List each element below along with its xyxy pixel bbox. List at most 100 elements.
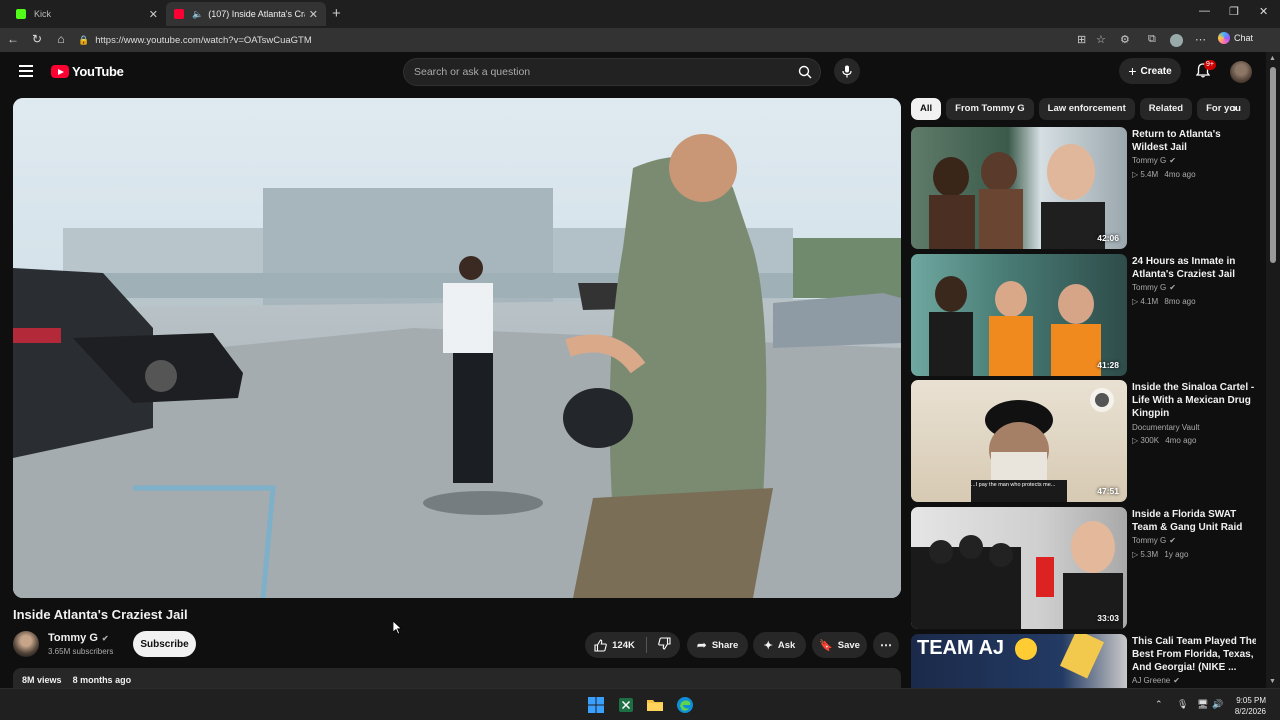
excel-icon[interactable] xyxy=(617,696,635,714)
recommendation-title[interactable]: Return to Atlanta's Wildest Jail xyxy=(1132,128,1258,154)
dislike-button[interactable] xyxy=(658,637,671,653)
video-thumbnail[interactable]: 33:03 xyxy=(911,507,1127,629)
recommendation-title[interactable]: Inside a Florida SWAT Team & Gang Unit R… xyxy=(1132,508,1258,534)
system-clock[interactable]: 9:05 PM 8/2/2026 xyxy=(1235,695,1266,717)
close-tab-icon[interactable]: ✕ xyxy=(309,8,318,21)
recommendation-item[interactable]: TEAM AJ This Cali Team Played The Best F… xyxy=(911,634,1256,688)
recommendation-meta: ▷ 300K 4mo ago xyxy=(1132,436,1196,445)
save-button[interactable]: 🔖 Save xyxy=(812,632,867,658)
scroll-down-icon[interactable]: ▼ xyxy=(1269,678,1276,685)
back-icon[interactable]: ← xyxy=(5,32,21,46)
chevron-right-icon[interactable]: › xyxy=(1233,101,1237,115)
recommendation-item[interactable]: 42:06 Return to Atlanta's Wildest Jail T… xyxy=(911,127,1256,249)
recommendation-channel[interactable]: Documentary Vault xyxy=(1132,423,1199,432)
tab-label: Kick xyxy=(34,9,52,19)
extensions-icon[interactable]: ⚙ xyxy=(1120,33,1130,46)
like-button[interactable]: 124K xyxy=(594,638,635,652)
recommendation-item[interactable]: 41:28 24 Hours as Inmate in Atlanta's Cr… xyxy=(911,254,1256,376)
video-thumbnail[interactable]: 42:06 xyxy=(911,127,1127,249)
minimize-button[interactable]: — xyxy=(1199,5,1210,17)
notifications-button[interactable]: 9+ xyxy=(1195,60,1216,83)
maximize-button[interactable]: ❐ xyxy=(1229,5,1239,18)
network-icon[interactable]: 🖥 xyxy=(1197,699,1208,710)
age: 4mo ago xyxy=(1164,170,1196,179)
ask-button[interactable]: ✦ Ask xyxy=(753,632,806,658)
video-thumbnail[interactable]: 41:28 xyxy=(911,254,1127,376)
chip-from-tommy-g[interactable]: From Tommy G xyxy=(946,98,1034,120)
channel-name-link[interactable]: Tommy G ✔ xyxy=(48,632,109,644)
share-button[interactable]: ➦ Share xyxy=(687,632,748,658)
collections-icon[interactable]: ⧉ xyxy=(1148,33,1156,46)
recommendation-title[interactable]: 24 Hours as Inmate in Atlanta's Craziest… xyxy=(1132,255,1258,281)
edge-icon[interactable] xyxy=(676,696,694,714)
new-tab-button[interactable]: + xyxy=(332,5,341,22)
tab-kick[interactable]: Kick ✕ xyxy=(8,2,166,26)
home-icon[interactable]: ⌂ xyxy=(53,32,69,46)
app-available-icon[interactable]: ⊞ xyxy=(1077,33,1086,46)
logo-text: YouTube xyxy=(72,64,124,79)
video-thumbnail[interactable]: TEAM AJ xyxy=(911,634,1127,688)
recommendation-item[interactable]: 33:03 Inside a Florida SWAT Team & Gang … xyxy=(911,507,1256,629)
video-duration: 42:06 xyxy=(1097,233,1119,243)
search-icon[interactable] xyxy=(790,58,820,86)
create-button[interactable]: + Create xyxy=(1119,58,1181,84)
recommendation-channel[interactable]: Tommy G ✔ xyxy=(1132,536,1176,545)
close-window-button[interactable]: ✕ xyxy=(1259,5,1268,18)
youtube-logo[interactable]: YouTube xyxy=(51,64,124,79)
search-box[interactable]: Search or ask a question xyxy=(403,58,821,86)
menu-icon[interactable] xyxy=(19,65,33,77)
close-tab-icon[interactable]: ✕ xyxy=(149,8,158,21)
browser-tab-bar: Kick ✕ 🔈 (107) Inside Atlanta's Craziest… xyxy=(0,0,1280,28)
url-field[interactable]: 🔒 https://www.youtube.com/watch?v=OATswC… xyxy=(78,31,1078,49)
chip-related[interactable]: Related xyxy=(1139,98,1193,120)
chip-law-enforcement[interactable]: Law enforcement xyxy=(1038,98,1135,120)
save-label: Save xyxy=(837,639,860,651)
chip-all[interactable]: All xyxy=(911,98,942,120)
reload-icon[interactable]: ↻ xyxy=(29,32,45,46)
clock-time: 9:05 PM xyxy=(1236,696,1266,705)
thumbnail-art xyxy=(929,144,1105,249)
recommendation-channel[interactable]: Tommy G ✔ xyxy=(1132,156,1176,165)
video-thumbnail[interactable]: ...I pay the man who protects me... 47:5… xyxy=(911,380,1127,502)
thumbs-down-icon xyxy=(658,637,671,650)
filter-chips: All From Tommy G Law enforcement Related For… xyxy=(911,98,1251,120)
thumbnail-caption: ...I pay the man who protects me... xyxy=(971,482,1056,488)
kick-icon xyxy=(16,9,26,19)
chat-label: Chat xyxy=(1234,33,1254,43)
recommendation-channel[interactable]: Tommy G ✔ xyxy=(1132,283,1176,292)
favorite-star-icon[interactable]: ☆ xyxy=(1096,33,1106,46)
clock-date: 8/2/2026 xyxy=(1234,707,1266,716)
video-player[interactable] xyxy=(13,98,901,598)
show-hidden-icons-icon[interactable]: ⌃ xyxy=(1155,699,1163,710)
search-input[interactable]: Search or ask a question xyxy=(404,66,790,78)
volume-icon[interactable]: 🔊 xyxy=(1212,699,1223,710)
windows-start-icon[interactable] xyxy=(587,696,605,714)
copilot-chat-button[interactable]: Chat xyxy=(1218,32,1253,44)
page-scrollbar[interactable]: ▲ ▼ xyxy=(1266,52,1280,688)
recommendation-item[interactable]: ...I pay the man who protects me... 47:5… xyxy=(911,380,1256,502)
recommendation-title[interactable]: Inside the Sinaloa Cartel - Life With a … xyxy=(1132,381,1258,420)
voice-search-icon[interactable] xyxy=(834,58,860,84)
file-explorer-icon[interactable] xyxy=(646,696,664,714)
speaker-icon[interactable]: 🔈 xyxy=(192,9,203,20)
scroll-up-icon[interactable]: ▲ xyxy=(1269,55,1276,62)
subscribe-button[interactable]: Subscribe xyxy=(133,631,196,657)
profile-icon[interactable] xyxy=(1170,34,1183,47)
account-avatar[interactable] xyxy=(1230,61,1252,83)
more-options-icon[interactable]: ⋯ xyxy=(1195,33,1206,46)
recommendation-title[interactable]: This Cali Team Played The Best From Flor… xyxy=(1132,635,1256,674)
url-text: https://www.youtube.com/watch?v=OATswCua… xyxy=(95,34,312,46)
ask-label: Ask xyxy=(777,639,796,651)
divider xyxy=(645,637,647,653)
scrollbar-thumb[interactable] xyxy=(1270,67,1276,263)
channel-name: Documentary Vault xyxy=(1132,423,1200,432)
channel-avatar[interactable] xyxy=(13,631,39,657)
tab-youtube[interactable]: 🔈 (107) Inside Atlanta's Craziest ✕ xyxy=(166,2,326,26)
description-box[interactable]: 8M views 8 months ago xyxy=(13,668,901,688)
chip-for-you[interactable]: For you xyxy=(1197,98,1250,120)
recommendation-meta: ▷ 5.3M 1y ago xyxy=(1132,550,1188,559)
microphone-icon[interactable]: 🎙 xyxy=(1177,699,1188,710)
youtube-header: YouTube Search or ask a question + Creat… xyxy=(0,52,1264,92)
more-actions-button[interactable]: ⋯ xyxy=(873,632,899,658)
recommendation-channel[interactable]: AJ Greene ✔ xyxy=(1132,676,1180,685)
